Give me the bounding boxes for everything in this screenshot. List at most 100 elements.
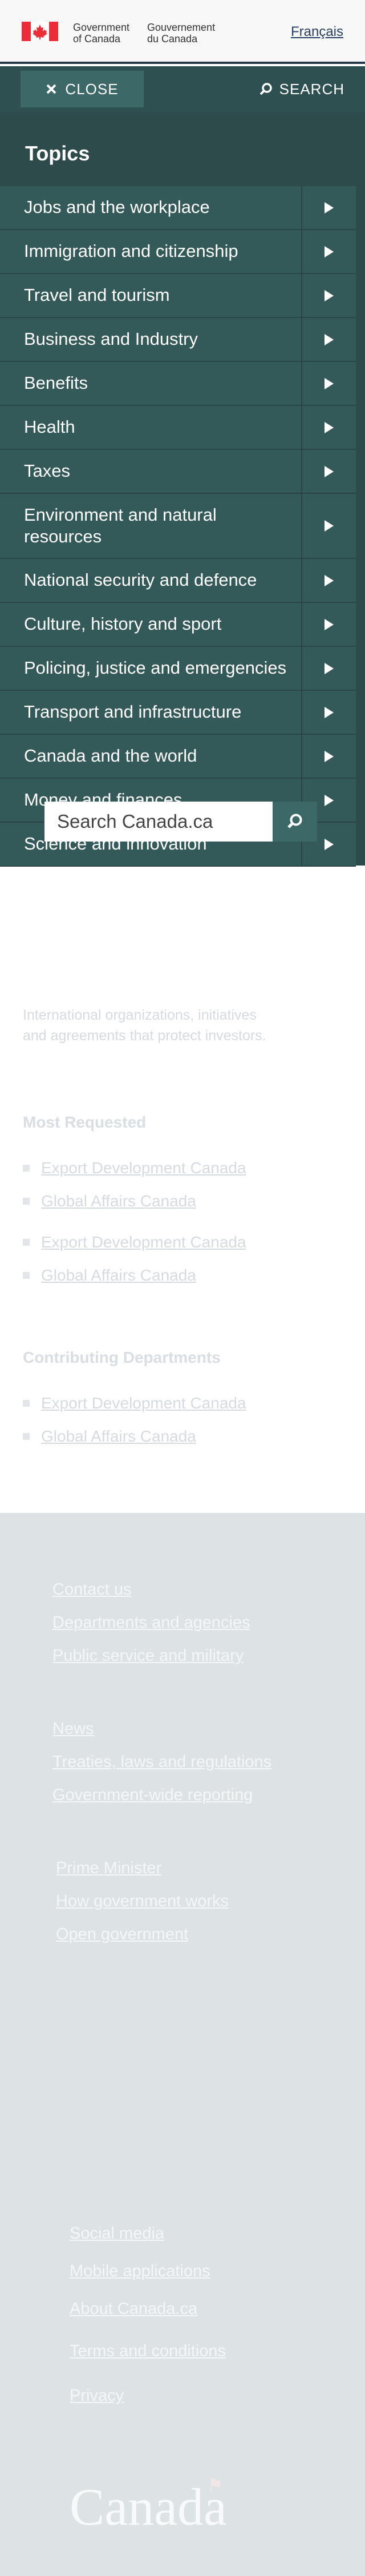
list-item[interactable]: Export Development Canada bbox=[23, 1394, 246, 1412]
link-label: Export Development Canada bbox=[41, 1394, 246, 1412]
bullet-icon bbox=[23, 1400, 30, 1407]
signature-en-line-2: of Canada bbox=[73, 33, 121, 45]
topic-item[interactable]: National security and defence bbox=[0, 559, 356, 603]
expand-arrow-icon[interactable] bbox=[301, 494, 356, 558]
list-item[interactable]: Global Affairs Canada bbox=[23, 1427, 196, 1446]
language-toggle-link[interactable]: Français bbox=[291, 24, 343, 40]
footer-link[interactable]: Social media bbox=[70, 2224, 164, 2243]
list-item[interactable]: Global Affairs Canada bbox=[23, 1266, 196, 1285]
topic-item[interactable]: Taxes bbox=[0, 450, 356, 494]
topics-panel: Topics Jobs and the workplace Immigratio… bbox=[0, 112, 365, 867]
topic-item[interactable]: Jobs and the workplace bbox=[0, 186, 356, 230]
close-menu-button[interactable]: CLOSE bbox=[21, 71, 144, 107]
wordmark-flag-icon: ⚑ bbox=[208, 2476, 223, 2495]
footer-link[interactable]: Terms and conditions bbox=[70, 2342, 226, 2361]
gc-header: Government of Canada Gouvernement du Can… bbox=[0, 0, 365, 64]
topic-item[interactable]: Canada and the world bbox=[0, 735, 356, 779]
close-icon bbox=[47, 84, 56, 94]
search-icon bbox=[287, 814, 302, 828]
bullet-icon bbox=[23, 1165, 30, 1172]
link-label: Global Affairs Canada bbox=[41, 1192, 196, 1210]
search-input[interactable] bbox=[44, 802, 273, 842]
wordmark-text: Canada bbox=[70, 2478, 227, 2536]
search-icon bbox=[259, 83, 272, 95]
description-line: International organizations, initiatives bbox=[23, 1007, 257, 1023]
signature-fr-line-2: du Canada bbox=[147, 33, 198, 45]
topic-list: Jobs and the workplace Immigration and c… bbox=[0, 186, 356, 867]
footer-link[interactable]: Privacy bbox=[70, 2386, 124, 2405]
topic-label: Environment and natural resources bbox=[24, 505, 217, 546]
menu-bar: CLOSE SEARCH bbox=[0, 66, 365, 112]
link-label: Export Development Canada bbox=[41, 1233, 246, 1251]
topic-item[interactable]: Environment and natural resources bbox=[0, 494, 356, 559]
canada-wordmark: Canada ⚑ bbox=[70, 2476, 227, 2537]
link-label: Global Affairs Canada bbox=[41, 1427, 196, 1445]
topic-label: Benefits bbox=[24, 373, 88, 393]
signature-en-line-1: Government bbox=[73, 22, 130, 33]
link-label: Export Development Canada bbox=[41, 1159, 246, 1177]
search-toggle-button[interactable]: SEARCH bbox=[259, 71, 344, 107]
footer-link[interactable]: Mobile applications bbox=[70, 2262, 210, 2281]
expand-arrow-icon[interactable] bbox=[301, 647, 356, 690]
section-description: International organizations, initiatives… bbox=[23, 1005, 342, 1046]
link-label: Global Affairs Canada bbox=[41, 1266, 196, 1284]
expand-arrow-icon[interactable] bbox=[301, 691, 356, 734]
expand-arrow-icon[interactable] bbox=[301, 406, 356, 449]
footer-link[interactable]: Public service and military bbox=[52, 1647, 244, 1665]
search-submit-button[interactable] bbox=[273, 802, 317, 842]
list-item[interactable]: Export Development Canada bbox=[23, 1159, 246, 1177]
expand-arrow-icon[interactable] bbox=[301, 735, 356, 778]
topic-item[interactable]: Health bbox=[0, 406, 356, 450]
topic-label: Jobs and the workplace bbox=[24, 197, 210, 217]
signature-english: Government of Canada bbox=[73, 22, 129, 45]
signature-french: Gouvernement du Canada bbox=[147, 22, 215, 45]
footer-link[interactable]: Open government bbox=[56, 1925, 188, 1944]
expand-arrow-icon[interactable] bbox=[301, 186, 356, 229]
expand-arrow-icon[interactable] bbox=[301, 230, 356, 273]
close-label: CLOSE bbox=[65, 80, 119, 98]
footer-link[interactable]: Prime Minister bbox=[56, 1859, 161, 1878]
bullet-icon bbox=[23, 1433, 30, 1440]
footer-link[interactable]: Contact us bbox=[52, 1580, 132, 1599]
topic-item[interactable]: Travel and tourism bbox=[0, 274, 356, 318]
topic-label: Immigration and citizenship bbox=[24, 241, 238, 261]
topics-heading: Topics bbox=[25, 142, 90, 165]
footer-link[interactable]: How government works bbox=[56, 1892, 229, 1911]
bullet-icon bbox=[23, 1239, 30, 1246]
list-item[interactable]: Global Affairs Canada bbox=[23, 1192, 196, 1210]
footer-link[interactable]: Departments and agencies bbox=[52, 1613, 250, 1632]
expand-arrow-icon[interactable] bbox=[301, 274, 356, 317]
topic-item[interactable]: Transport and infrastructure bbox=[0, 691, 356, 735]
topic-label: Business and Industry bbox=[24, 329, 198, 349]
topic-label: Health bbox=[24, 417, 75, 437]
topic-label: Taxes bbox=[24, 461, 70, 481]
signature-fr-line-1: Gouvernement bbox=[147, 22, 216, 33]
expand-arrow-icon[interactable] bbox=[301, 559, 356, 602]
expand-arrow-icon[interactable] bbox=[301, 362, 356, 405]
topic-item[interactable]: Immigration and citizenship bbox=[0, 230, 356, 274]
topic-label: Culture, history and sport bbox=[24, 614, 222, 634]
footer-link[interactable]: News bbox=[52, 1720, 94, 1738]
site-footer: Contact us Departments and agencies Publ… bbox=[0, 1513, 365, 2576]
footer-link[interactable]: Government-wide reporting bbox=[52, 1786, 253, 1805]
topic-label: Policing, justice and emergencies bbox=[24, 658, 287, 678]
contributing-departments-heading: Contributing Departments bbox=[23, 1349, 221, 1366]
topic-label: National security and defence bbox=[24, 570, 257, 590]
topic-item[interactable]: Policing, justice and emergencies bbox=[0, 647, 356, 691]
expand-arrow-icon[interactable] bbox=[301, 603, 356, 646]
topic-label: Transport and infrastructure bbox=[24, 702, 242, 722]
bullet-icon bbox=[23, 1272, 30, 1279]
search-label: SEARCH bbox=[279, 80, 344, 98]
list-item[interactable]: Export Development Canada bbox=[23, 1233, 246, 1251]
topic-label: Travel and tourism bbox=[24, 285, 170, 305]
expand-arrow-icon[interactable] bbox=[301, 450, 356, 493]
footer-link[interactable]: About Canada.ca bbox=[70, 2300, 197, 2319]
description-line: and agreements that protect investors. bbox=[23, 1028, 266, 1044]
topic-item[interactable]: Business and Industry bbox=[0, 318, 356, 362]
footer-link[interactable]: Treaties, laws and regulations bbox=[52, 1753, 271, 1772]
expand-arrow-icon[interactable] bbox=[301, 318, 356, 361]
topic-item[interactable]: Culture, history and sport bbox=[0, 603, 356, 647]
canada-flag-icon bbox=[22, 22, 58, 41]
site-search-form bbox=[44, 802, 317, 842]
topic-item[interactable]: Benefits bbox=[0, 362, 356, 406]
